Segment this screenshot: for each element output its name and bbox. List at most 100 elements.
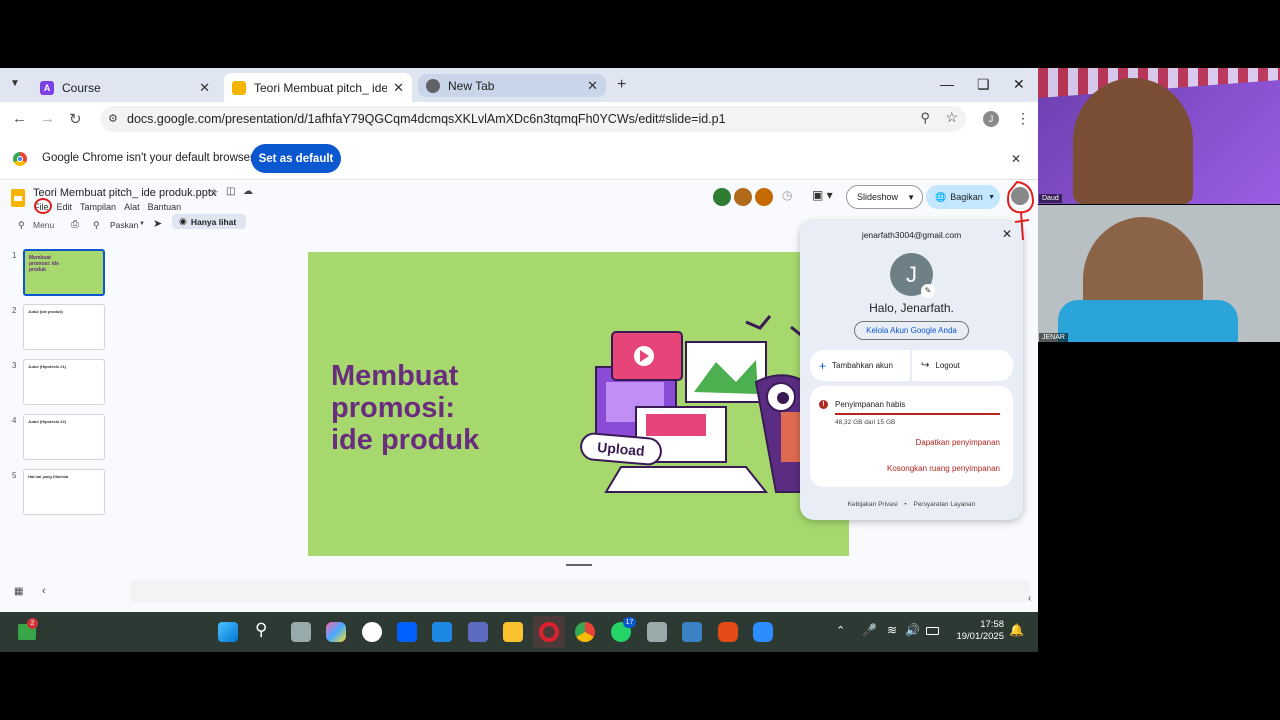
microphone-icon[interactable]: 🎤 bbox=[862, 623, 877, 637]
logout-button[interactable]: ↪ Logout bbox=[912, 350, 1013, 381]
tab-slides[interactable]: Teori Membuat pitch_ ide produk ✕ bbox=[224, 73, 412, 102]
chevron-up-icon[interactable]: ⌃ bbox=[836, 624, 845, 637]
add-account-button[interactable]: + Tambahkan akun bbox=[810, 350, 910, 381]
zoom-app-icon[interactable] bbox=[753, 622, 773, 642]
zoom-icon[interactable]: ⚲ bbox=[920, 110, 930, 126]
tab-course[interactable]: A Course ✕ bbox=[32, 73, 218, 102]
menu-tools[interactable]: Alat bbox=[124, 202, 140, 212]
menu-help[interactable]: Bantuan bbox=[148, 202, 182, 212]
slide-thumbnail[interactable]: Membuat promosi: ide produk bbox=[23, 249, 105, 296]
dropbox-icon[interactable] bbox=[397, 622, 417, 642]
back-icon[interactable]: ← bbox=[12, 110, 27, 127]
view-only-badge[interactable]: ◉ Hanya lihat bbox=[172, 214, 246, 229]
slides-icon bbox=[232, 80, 246, 95]
terms-link[interactable]: Persyaratan Layanan bbox=[913, 501, 975, 508]
document-title[interactable]: Teori Membuat pitch_ ide produk.pptx bbox=[33, 187, 216, 199]
cloud-status-icon[interactable]: ☁ bbox=[243, 186, 253, 197]
slides-logo-icon[interactable] bbox=[11, 189, 25, 207]
wifi-icon[interactable]: ≋ bbox=[887, 623, 897, 637]
slideshow-button[interactable]: Slideshow ▼ bbox=[846, 185, 923, 209]
privacy-link[interactable]: Kebijakan Privasi bbox=[848, 501, 898, 508]
reload-icon[interactable]: ↻ bbox=[69, 110, 82, 128]
notification-bell-icon[interactable]: 🔔 bbox=[1009, 623, 1024, 637]
chrome-taskbar-icon[interactable] bbox=[575, 622, 595, 642]
tab-strip: ▼ A Course ✕ Teori Membuat pitch_ ide pr… bbox=[0, 68, 1038, 102]
wps-icon[interactable] bbox=[718, 622, 738, 642]
side-panel-toggle-icon[interactable]: ‹ bbox=[1028, 593, 1031, 604]
forward-icon[interactable]: → bbox=[40, 110, 55, 127]
camera-icon[interactable] bbox=[647, 622, 667, 642]
whatsapp-icon[interactable] bbox=[362, 622, 382, 642]
slide-canvas[interactable]: Membuat promosi: ide produk Upload bbox=[308, 252, 849, 556]
account-avatar-large[interactable]: J ✎ bbox=[890, 253, 935, 298]
edit-pencil-icon[interactable]: ✎ bbox=[921, 284, 935, 298]
empty-storage-link[interactable]: Kosongkan ruang penyimpanan bbox=[887, 464, 1000, 473]
slide-thumbnail[interactable]: Hal-hal yang Dikelola bbox=[23, 469, 105, 515]
collaborator-avatar[interactable] bbox=[713, 188, 731, 206]
move-icon[interactable]: ◫ bbox=[226, 186, 235, 197]
tab-new-tab[interactable]: New Tab ✕ bbox=[418, 74, 606, 97]
close-icon[interactable]: ✕ bbox=[199, 80, 210, 96]
volume-icon[interactable]: 🔊 bbox=[905, 623, 920, 637]
resize-handle[interactable] bbox=[566, 564, 592, 566]
new-tab-icon[interactable]: + bbox=[617, 76, 626, 94]
start-icon[interactable] bbox=[218, 622, 238, 642]
search-menu-label[interactable]: Menu bbox=[33, 220, 54, 230]
set-default-button[interactable]: Set as default bbox=[251, 144, 341, 173]
photos-icon[interactable] bbox=[682, 622, 702, 642]
chevron-down-icon[interactable]: ▼ bbox=[988, 194, 995, 201]
profile-avatar[interactable]: J bbox=[983, 111, 999, 127]
task-view-icon[interactable] bbox=[291, 622, 311, 642]
infobar-message: Google Chrome isn't your default browser bbox=[42, 152, 254, 164]
close-window-icon[interactable]: ✕ bbox=[1013, 76, 1025, 93]
thumbnail-title: Judul (ide produk) bbox=[28, 309, 63, 314]
mail-icon[interactable] bbox=[432, 622, 452, 642]
close-infobar-icon[interactable]: ✕ bbox=[1011, 152, 1021, 166]
thumbnail-title: Hal-hal yang Dikelola bbox=[28, 474, 69, 479]
url-input[interactable]: ⚙ docs.google.com/presentation/d/1afhfaY… bbox=[100, 106, 966, 132]
site-info-icon[interactable]: ⚙ bbox=[108, 112, 118, 125]
slide-thumbnail[interactable]: Judul (ide produk) bbox=[23, 304, 105, 350]
slide-thumbnail[interactable]: Judul (Hipotesis #1) bbox=[23, 359, 105, 405]
print-icon[interactable]: ⎙ bbox=[71, 219, 79, 230]
manage-account-button[interactable]: Kelola Akun Google Anda bbox=[854, 321, 969, 340]
bookmark-star-icon[interactable]: ☆ bbox=[945, 109, 958, 126]
history-icon[interactable]: ◷ bbox=[782, 188, 792, 202]
zoom-icon[interactable]: ⚲ bbox=[93, 220, 100, 231]
select-cursor-icon[interactable]: ➤ bbox=[153, 217, 162, 230]
search-icon[interactable]: ⚲ bbox=[255, 620, 267, 640]
file-explorer-icon[interactable] bbox=[503, 622, 523, 642]
more-menu-icon[interactable]: ⋮ bbox=[1016, 110, 1030, 127]
restore-icon[interactable]: ❏ bbox=[977, 76, 990, 93]
battery-icon[interactable] bbox=[926, 627, 939, 635]
collapse-panel-icon[interactable]: ‹ bbox=[42, 585, 46, 597]
slide-number: 2 bbox=[12, 306, 17, 315]
myapp-icon[interactable] bbox=[468, 622, 488, 642]
globe-icon: 🌐 bbox=[935, 191, 947, 202]
close-icon[interactable]: ✕ bbox=[587, 78, 598, 94]
collaborator-avatar[interactable] bbox=[734, 188, 752, 206]
chevron-down-icon[interactable]: ▼ bbox=[139, 221, 145, 227]
menu-edit[interactable]: Edit bbox=[57, 202, 73, 212]
star-icon[interactable]: ☆ bbox=[209, 186, 219, 199]
opera-icon[interactable] bbox=[533, 616, 565, 648]
tab-search-icon[interactable]: ▼ bbox=[10, 78, 20, 89]
search-menu-icon[interactable]: ⚲ bbox=[18, 220, 25, 231]
share-button[interactable]: 🌐 Bagikan ▼ bbox=[926, 185, 1000, 209]
collaborator-avatar[interactable] bbox=[755, 188, 773, 206]
minimize-icon[interactable]: — bbox=[940, 76, 954, 92]
notification-badge: 2 bbox=[27, 618, 38, 629]
grid-view-icon[interactable]: ▦ bbox=[14, 586, 23, 597]
clock[interactable]: 17:58 19/01/2025 bbox=[948, 619, 1004, 643]
speaker-notes-bar[interactable] bbox=[130, 580, 1030, 602]
close-icon[interactable]: ✕ bbox=[393, 80, 404, 96]
meet-icon[interactable]: ▣ ▾ bbox=[812, 188, 833, 202]
menu-view[interactable]: Tampilan bbox=[80, 202, 116, 212]
account-email: jenarfath3004@gmail.com bbox=[861, 230, 962, 240]
slide-thumbnail[interactable]: Judul (Hipotesis #2) bbox=[23, 414, 105, 460]
zoom-select[interactable]: Paskan bbox=[110, 220, 138, 230]
copilot-icon[interactable] bbox=[326, 622, 346, 642]
get-storage-link[interactable]: Dapatkan penyimpanan bbox=[915, 438, 1000, 447]
account-greeting: Halo, Jenarfath. bbox=[869, 301, 954, 315]
chevron-down-icon[interactable]: ▼ bbox=[907, 193, 915, 202]
